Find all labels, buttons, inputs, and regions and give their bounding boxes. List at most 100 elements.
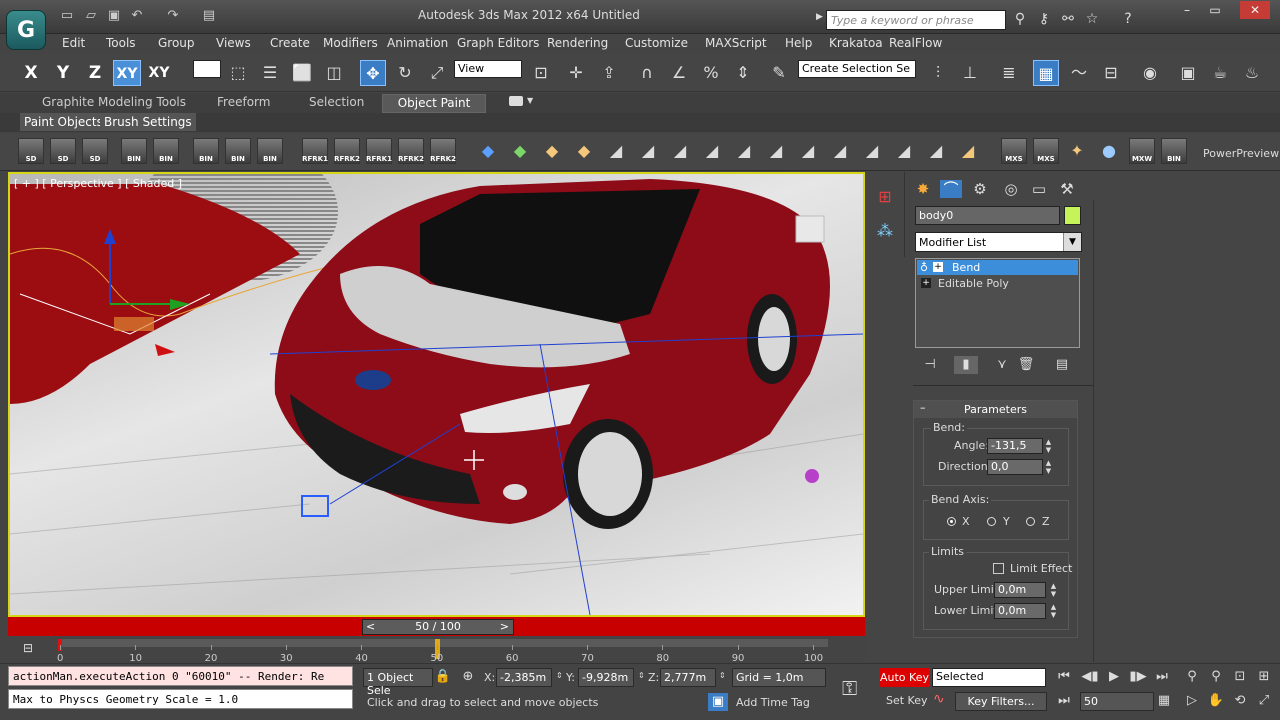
render-production-icon[interactable]: ♨ xyxy=(1239,60,1265,86)
angle-spinner[interactable]: -131,5 xyxy=(987,438,1043,454)
maxscript-listener-output[interactable]: actionMan.executeAction 0 "60010" -- Ren… xyxy=(8,666,353,686)
previous-frame-icon[interactable]: ◀▮ xyxy=(1080,668,1100,686)
menu-help[interactable]: Help xyxy=(785,36,812,50)
axis-xy-cycle-button[interactable]: XY xyxy=(145,60,173,86)
particle-flow-icon[interactable]: ⁂ xyxy=(872,218,898,244)
limit-effect-checkbox[interactable] xyxy=(993,563,1004,574)
next-frame-icon[interactable]: ▮▶ xyxy=(1128,668,1148,686)
key-filters-button[interactable]: Key Filters... xyxy=(955,692,1047,711)
script-sd-icon-1[interactable]: SD xyxy=(18,138,44,164)
collapse-minus-icon[interactable]: – xyxy=(920,401,926,414)
window-crossing-icon[interactable]: ◫ xyxy=(321,60,347,86)
search-expand-icon[interactable]: ▶ xyxy=(816,12,823,22)
key-curve-icon[interactable]: ∿ xyxy=(933,691,945,707)
pivot-center-icon[interactable]: ⊡ xyxy=(528,60,554,86)
show-end-result-icon[interactable]: ▮ xyxy=(954,356,978,374)
prev-frame-chevron-icon[interactable]: < xyxy=(366,620,375,634)
named-selection-dropdown[interactable]: Create Selection Se xyxy=(798,60,916,78)
menu-modifiers[interactable]: Modifiers xyxy=(323,36,378,50)
brush-tool-icon-4[interactable]: ◢ xyxy=(700,139,724,163)
field-of-view-icon[interactable]: ▷ xyxy=(1182,692,1202,710)
zoom-all-icon[interactable]: ⚲ xyxy=(1206,668,1226,686)
zoom-extents-icon[interactable]: ⊡ xyxy=(1230,668,1250,686)
menu-customize[interactable]: Customize xyxy=(625,36,688,50)
modifier-list-dropdown[interactable]: Modifier List xyxy=(915,232,1082,252)
current-frame-field[interactable]: 50 xyxy=(1080,692,1154,711)
script-sphere-icon[interactable]: ● xyxy=(1097,139,1121,163)
lower-limit-spinner[interactable]: 0,0m xyxy=(994,603,1046,619)
purple-helper-icon[interactable] xyxy=(805,469,819,483)
render-setup-icon[interactable]: ▣ xyxy=(1175,60,1201,86)
track-bar-menu-icon[interactable]: ⊟ xyxy=(18,641,38,657)
x-spinner-arrows-icon[interactable]: ⇕ xyxy=(556,671,563,680)
axis-x-button[interactable]: X xyxy=(17,60,45,86)
script-tools-icon[interactable]: ✦ xyxy=(1065,139,1089,163)
curve-editor-icon[interactable]: 〜 xyxy=(1066,60,1092,86)
tab-selection[interactable]: Selection xyxy=(309,95,364,109)
key-icon[interactable]: ⚷ xyxy=(1034,10,1054,28)
script-bin-icon-2[interactable]: BIN xyxy=(153,138,179,164)
help-icon[interactable]: ? xyxy=(1118,10,1138,28)
binoculars-icon[interactable]: ⚲ xyxy=(1010,10,1030,28)
direction-spinner[interactable]: 0,0 xyxy=(987,459,1043,475)
minimize-button[interactable]: – xyxy=(1172,1,1202,19)
go-to-end-icon[interactable]: ⏭ xyxy=(1152,668,1172,686)
time-configuration-icon[interactable]: ▦ xyxy=(1154,692,1174,710)
ribbon-options-arrow-icon[interactable]: ▼ xyxy=(527,96,533,105)
axis-xy-button[interactable]: XY xyxy=(113,60,141,86)
menu-tools[interactable]: Tools xyxy=(106,36,136,50)
eraser-green-icon[interactable]: ◆ xyxy=(508,139,532,163)
time-slider[interactable]: < 50 / 100 > xyxy=(362,619,514,635)
angle-snap-icon[interactable]: ∠ xyxy=(666,60,692,86)
create-panel-icon[interactable]: ✸ xyxy=(912,180,934,198)
brush-tool-icon-2[interactable]: ◢ xyxy=(636,139,660,163)
play-icon[interactable]: ▶ xyxy=(1104,668,1124,686)
select-and-rotate-icon[interactable]: ↻ xyxy=(392,60,418,86)
script-mxs-icon-1[interactable]: MXS xyxy=(1001,138,1027,164)
utilities-panel-icon[interactable]: ⚒ xyxy=(1056,180,1078,198)
pin-stack-icon[interactable]: ⊣ xyxy=(918,356,942,374)
script-rfrk-icon-3[interactable]: RFRK1 xyxy=(366,138,392,164)
script-rfrk-icon-1[interactable]: RFRK1 xyxy=(302,138,328,164)
direction-spinner-arrows-icon[interactable]: ▲ ▼ xyxy=(1044,459,1053,475)
eraser-blue-icon[interactable]: ◆ xyxy=(476,139,500,163)
brush-tool-icon-5[interactable]: ◢ xyxy=(732,139,756,163)
motion-panel-icon[interactable]: ◎ xyxy=(1000,180,1022,198)
set-key-button[interactable]: Set Key xyxy=(886,694,928,707)
snap-toggle-icon[interactable]: ∩ xyxy=(634,60,660,86)
search-input[interactable]: Type a keyword or phrase xyxy=(826,10,1006,30)
object-name-field[interactable]: body0 xyxy=(915,206,1060,225)
schematic-view-icon[interactable]: ⊟ xyxy=(1098,60,1124,86)
brush-tool-icon-6[interactable]: ◢ xyxy=(764,139,788,163)
script-rfrk-icon-5[interactable]: RFRK2 xyxy=(430,138,456,164)
selection-filter-dropdown[interactable] xyxy=(193,60,221,78)
select-and-scale-icon[interactable]: ⤢ xyxy=(424,60,450,86)
menu-group[interactable]: Group xyxy=(158,36,195,50)
orbit-icon[interactable]: ⟲ xyxy=(1230,692,1250,710)
z-coordinate-field[interactable]: 2,777m xyxy=(660,668,716,687)
brush-tool-icon-12[interactable]: ◢ xyxy=(956,139,980,163)
brush-tool-icon-9[interactable]: ◢ xyxy=(860,139,884,163)
expand-plus-icon[interactable]: + xyxy=(933,262,943,272)
app-logo-button[interactable]: G xyxy=(6,10,46,50)
upper-limit-arrows-icon[interactable]: ▲ ▼ xyxy=(1049,582,1058,598)
restore-button[interactable]: ▭ xyxy=(1200,1,1230,19)
zoom-icon[interactable]: ⚲ xyxy=(1182,668,1202,686)
redo-icon[interactable]: ↷ xyxy=(164,8,182,24)
add-time-tag-button[interactable]: Add Time Tag xyxy=(736,696,810,709)
project-folder-icon[interactable]: ▤ xyxy=(200,8,218,24)
material-editor-icon[interactable]: ◉ xyxy=(1137,60,1163,86)
menu-rendering[interactable]: Rendering xyxy=(547,36,608,50)
panel-brush-settings[interactable]: Brush Settings xyxy=(100,113,196,131)
axis-z-button[interactable]: Z xyxy=(81,60,109,86)
absolute-relative-toggle-icon[interactable]: ⊕ xyxy=(458,668,478,686)
eraser-remove-icon[interactable]: ◆ xyxy=(572,139,596,163)
maximize-viewport-icon[interactable]: ⤢ xyxy=(1254,692,1274,710)
set-key-key-icon[interactable]: ⚿ xyxy=(842,676,857,700)
ribbon-toggle-icon[interactable]: ▦ xyxy=(1033,60,1059,86)
axis-y-button[interactable]: Y xyxy=(49,60,77,86)
key-mode-dropdown[interactable]: Selected xyxy=(932,668,1046,687)
time-tag-icon[interactable]: ▣ xyxy=(708,693,728,711)
script-bin-icon-6[interactable]: BIN xyxy=(1161,138,1187,164)
menu-views[interactable]: Views xyxy=(216,36,251,50)
